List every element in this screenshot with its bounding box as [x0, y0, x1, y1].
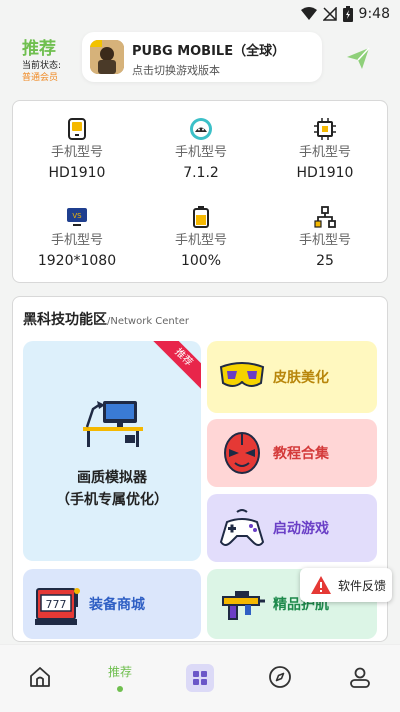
member-status: 普通会员 — [22, 73, 59, 83]
launch-game-tile[interactable]: 启动游戏 — [207, 494, 377, 562]
launch-label: 启动游戏 — [273, 521, 329, 537]
skin-beautify-tile[interactable]: 皮肤美化 — [207, 341, 377, 413]
spec-value: 100% — [180, 253, 222, 269]
spec-value: 25 — [316, 253, 334, 269]
svg-text:777: 777 — [46, 598, 67, 611]
tech-title-text: 黑科技功能区 — [23, 312, 107, 328]
android-icon — [189, 117, 213, 141]
goggles-icon — [219, 355, 265, 397]
desk-computer-icon — [81, 395, 145, 449]
equipment-shop-tile[interactable]: 777 装备商城 — [23, 569, 201, 639]
shop-label: 装备商城 — [89, 597, 145, 613]
tech-subtitle: /Network Center — [107, 316, 189, 327]
graphics-subtitle: （手机专属优化） — [56, 492, 168, 508]
spec-value: HD1910 — [296, 165, 354, 181]
device-info-card: 手机型号 HD1910 手机型号 7.1.2 手机型号 HD1910 VS 手机… — [12, 100, 388, 283]
graphics-title: 画质模拟器 — [77, 470, 147, 486]
spec-label: 手机型号 — [174, 145, 227, 160]
bottom-nav: 推荐 — [0, 644, 400, 712]
slot-machine-icon: 777 — [35, 583, 81, 625]
game-icon — [90, 40, 124, 74]
section-title: 推荐 — [22, 39, 56, 59]
spec-label: 手机型号 — [50, 145, 103, 160]
header: 推荐 当前状态: 普通会员 PUBG MOBILE（全球） 点击切换游戏版本 — [0, 28, 400, 90]
game-title: PUBG MOBILE（全球） — [132, 44, 286, 59]
nav-recommend[interactable]: 推荐 — [80, 645, 160, 712]
wifi-icon — [300, 7, 317, 20]
active-indicator — [117, 686, 123, 692]
battery-charging-icon — [342, 6, 353, 22]
skin-label: 皮肤美化 — [273, 370, 329, 386]
spec-value: 7.1.2 — [183, 165, 219, 181]
nav-apps[interactable] — [160, 645, 240, 712]
game-selector-card[interactable]: PUBG MOBILE（全球） 点击切换游戏版本 — [82, 32, 322, 82]
gun-icon — [219, 583, 265, 625]
tech-section-title: 黑科技功能区/Network Center — [23, 309, 189, 329]
warning-icon — [310, 575, 332, 595]
device-spec-item: 手机型号 25 — [263, 205, 387, 270]
clock: 9:48 — [358, 6, 390, 22]
device-spec-item: VS 手机型号 1920*1080 — [15, 205, 139, 270]
feedback-button[interactable]: 软件反馈 — [300, 568, 392, 602]
no-signal-icon — [322, 7, 337, 21]
apps-grid-icon — [186, 664, 214, 692]
network-icon — [313, 205, 337, 229]
spec-value: HD1910 — [48, 165, 106, 181]
send-icon[interactable] — [344, 44, 372, 72]
nav-home[interactable] — [0, 645, 80, 712]
feedback-label: 软件反馈 — [338, 578, 387, 593]
monitor-vs-icon: VS — [65, 205, 89, 229]
device-spec-item: 手机型号 100% — [139, 205, 263, 270]
profile-icon — [348, 665, 372, 689]
graphics-simulator-tile[interactable]: 推荐 画质模拟器 （手机专属优化） — [23, 341, 201, 561]
spec-label: 手机型号 — [298, 145, 351, 160]
helmet-icon — [219, 431, 265, 474]
battery-icon — [189, 205, 213, 229]
tutorial-collection-tile[interactable]: 教程合集 — [207, 419, 377, 487]
spec-value: 1920*1080 — [37, 253, 117, 269]
gamepad-icon — [219, 506, 265, 548]
nav-profile[interactable] — [320, 645, 400, 712]
spec-label: 手机型号 — [174, 233, 227, 248]
device-spec-item: 手机型号 HD1910 — [15, 117, 139, 182]
sim-card-icon — [65, 117, 89, 141]
cpu-chip-icon — [313, 117, 337, 141]
tutorial-label: 教程合集 — [273, 446, 329, 462]
spec-label: 手机型号 — [50, 233, 103, 248]
nav-recommend-label: 推荐 — [107, 665, 132, 679]
device-spec-item: 手机型号 7.1.2 — [139, 117, 263, 182]
nav-discover[interactable] — [240, 645, 320, 712]
compass-icon — [268, 665, 292, 689]
game-subtitle: 点击切换游戏版本 — [132, 64, 220, 77]
recommend-badge: 推荐 — [151, 341, 201, 390]
status-bar: 9:48 — [0, 0, 400, 28]
device-spec-item: 手机型号 HD1910 — [263, 117, 387, 182]
svg-text:VS: VS — [72, 212, 82, 220]
home-icon — [28, 665, 52, 689]
spec-label: 手机型号 — [298, 233, 351, 248]
